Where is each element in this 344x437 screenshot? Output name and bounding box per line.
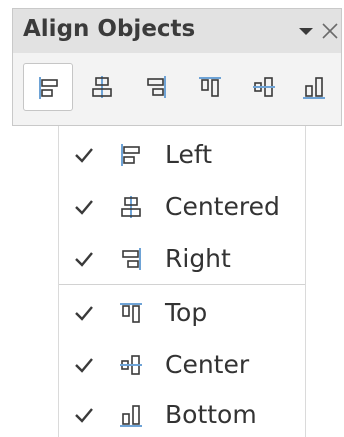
menu-item-label: Left <box>165 140 213 169</box>
align-centered-button[interactable] <box>77 63 127 111</box>
menu-item-label: Top <box>165 298 208 327</box>
align-options-menu: Left Centered Right Top Center Bottom <box>58 126 306 437</box>
check-icon <box>75 408 93 423</box>
menu-item-centered[interactable]: Centered <box>59 184 305 234</box>
align-left-icon <box>39 77 58 99</box>
toolbar-title: Align Objects <box>23 16 196 42</box>
close-icon[interactable] <box>319 19 341 43</box>
align-left-icon <box>121 144 140 166</box>
menu-separator <box>59 284 305 285</box>
menu-item-label: Centered <box>165 192 280 221</box>
toolbar-buttons <box>13 53 341 125</box>
align-top-icon <box>199 77 221 97</box>
align-left-button[interactable] <box>23 63 73 111</box>
align-right-icon <box>147 76 166 98</box>
align-centered-icon <box>92 76 112 98</box>
align-bottom-icon <box>120 405 142 427</box>
align-bottom-button[interactable] <box>289 63 339 111</box>
align-center-icon <box>120 355 142 375</box>
check-icon <box>75 200 93 215</box>
align-top-button[interactable] <box>185 63 235 111</box>
toolbar-titlebar: Align Objects <box>13 9 341 53</box>
align-center-icon <box>253 77 275 97</box>
align-bottom-icon <box>303 77 325 99</box>
check-icon <box>75 358 93 373</box>
align-right-button[interactable] <box>131 63 181 111</box>
check-icon <box>75 148 93 163</box>
menu-item-label: Right <box>165 244 231 273</box>
align-objects-page: Align Objects Left Centered Right Top Ce… <box>0 0 344 437</box>
menu-item-label: Center <box>165 350 250 379</box>
align-objects-toolbar: Align Objects <box>12 8 342 126</box>
align-top-icon <box>120 303 142 323</box>
menu-item-bottom[interactable]: Bottom <box>59 392 305 437</box>
check-icon <box>75 252 93 267</box>
menu-item-center[interactable]: Center <box>59 342 305 392</box>
dropdown-arrow-icon[interactable] <box>295 20 317 42</box>
align-centered-icon <box>121 196 141 218</box>
menu-item-left[interactable]: Left <box>59 132 305 182</box>
menu-item-right[interactable]: Right <box>59 236 305 286</box>
align-right-icon <box>122 248 141 270</box>
menu-item-top[interactable]: Top <box>59 290 305 340</box>
check-icon <box>75 306 93 321</box>
align-center-button[interactable] <box>239 63 289 111</box>
menu-item-label: Bottom <box>165 400 257 429</box>
